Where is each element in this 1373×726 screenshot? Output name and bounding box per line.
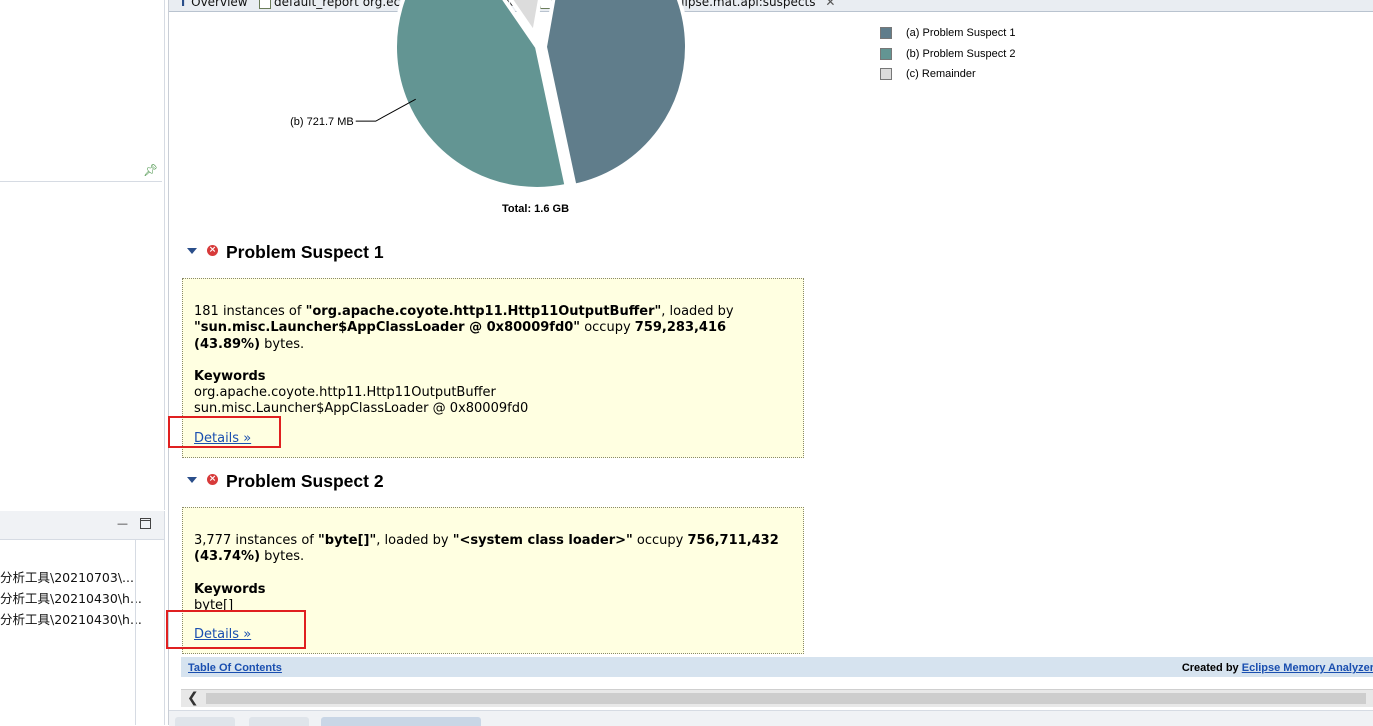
keyword-item: org.apache.coyote.http11.Http11OutputBuf…: [194, 385, 496, 400]
section-title: Problem Suspect 1: [226, 242, 384, 262]
desc-text: occupy: [632, 533, 688, 548]
collapse-triangle-icon[interactable]: [187, 248, 197, 254]
tab-overview[interactable]: i Overview: [181, 0, 248, 11]
created-by-text: Created by: [1181, 662, 1242, 674]
desc-text: bytes.: [260, 549, 305, 565]
desc-text: , loaded by: [376, 533, 453, 548]
pane-header: —: [0, 511, 164, 540]
close-icon[interactable]: ✕: [825, 0, 835, 9]
pie-svg: (b) 721.7 MB(c) 204 MB: [290, 0, 689, 191]
maximize-icon[interactable]: [140, 518, 151, 529]
editor-tab-bar: iOverview default_report org.eclipse.mat…: [169, 0, 1373, 12]
desc-loader: "<system class loader>": [452, 533, 633, 548]
info-icon: i: [181, 0, 186, 9]
column-divider: [135, 539, 136, 725]
left-history-pane: — 分析工具\20210703\... 分析工具\20210430\h... 分…: [0, 511, 165, 725]
pie-slice-b: [393, 0, 569, 191]
desc-text: , loaded by: [661, 304, 734, 319]
section-title: Problem Suspect 2: [226, 471, 384, 491]
desc-class: "org.apache.coyote.http11.Http11OutputBu…: [305, 304, 662, 319]
desc-text: 3,777 instances of: [194, 533, 318, 548]
scroll-left-icon[interactable]: ❮: [187, 690, 199, 707]
tab-label: Overview: [191, 0, 248, 9]
keyword-item: sun.misc.Launcher$AppClassLoader @ 0x800…: [194, 401, 529, 416]
suspect-description: 3,777 instances of "byte[]", loaded by "…: [194, 533, 784, 566]
pie-value-label: (b) 721.7 MB: [290, 116, 354, 128]
history-item[interactable]: 分析工具\20210703\...: [0, 567, 134, 586]
editor-area: iOverview default_report org.eclipse.mat…: [166, 0, 1373, 726]
error-icon: ×: [207, 474, 218, 485]
legend-label: (c) Remainder: [906, 68, 976, 80]
eclipse-mat-link[interactable]: Eclipse Memory Analyzer: [1242, 662, 1373, 674]
report-icon: [259, 0, 271, 9]
legend-swatch: [880, 48, 892, 60]
table-of-contents-link[interactable]: Table Of Contents: [188, 662, 282, 674]
history-item[interactable]: 分析工具\20210430\h...: [0, 588, 142, 607]
minimize-icon[interactable]: —: [117, 517, 128, 530]
desc-text: occupy: [580, 320, 635, 336]
pie-slice-a: [542, 0, 689, 189]
scroll-thumb[interactable]: [206, 693, 1366, 704]
legend-swatch: [880, 68, 892, 80]
pie-chart: (b) 721.7 MB(c) 204 MB (a) Problem Suspe…: [175, 0, 1075, 237]
left-view-pane: 📌︎: [0, 0, 165, 510]
legend-label: (a) Problem Suspect 1: [906, 27, 1016, 39]
report-content: (b) 721.7 MB(c) 204 MB (a) Problem Suspe…: [166, 0, 1373, 667]
error-icon: ×: [207, 245, 218, 256]
desc-text: bytes.: [260, 336, 305, 352]
pin-icon[interactable]: 📌︎: [143, 163, 158, 177]
desc-class: "byte[]": [318, 533, 377, 548]
collapse-triangle-icon[interactable]: [187, 477, 197, 483]
horizontal-scrollbar[interactable]: ❮: [181, 689, 1373, 707]
keywords-title: Keywords: [194, 582, 266, 597]
desc-text: 181 instances of: [194, 304, 306, 319]
history-item[interactable]: 分析工具\20210430\h...: [0, 609, 142, 628]
pane-divider: [0, 181, 162, 182]
chart-total: Total: 1.6 GB: [502, 203, 570, 215]
report-footer: Table Of Contents Created by Eclipse Mem…: [181, 657, 1373, 677]
highlight-box: [166, 610, 306, 649]
legend-swatch: [880, 27, 892, 39]
highlight-box: [168, 416, 281, 448]
legend-label: (b) Problem Suspect 2: [906, 48, 1016, 60]
suspect-description: 181 instances of "org.apache.coyote.http…: [194, 304, 784, 353]
keywords-title: Keywords: [194, 369, 266, 384]
desc-loader: "sun.misc.Launcher$AppClassLoader @ 0x80…: [194, 320, 581, 336]
created-by: Created by Eclipse Memory Analyzer: [1182, 662, 1373, 674]
bottom-view-tabs: [169, 710, 1373, 726]
